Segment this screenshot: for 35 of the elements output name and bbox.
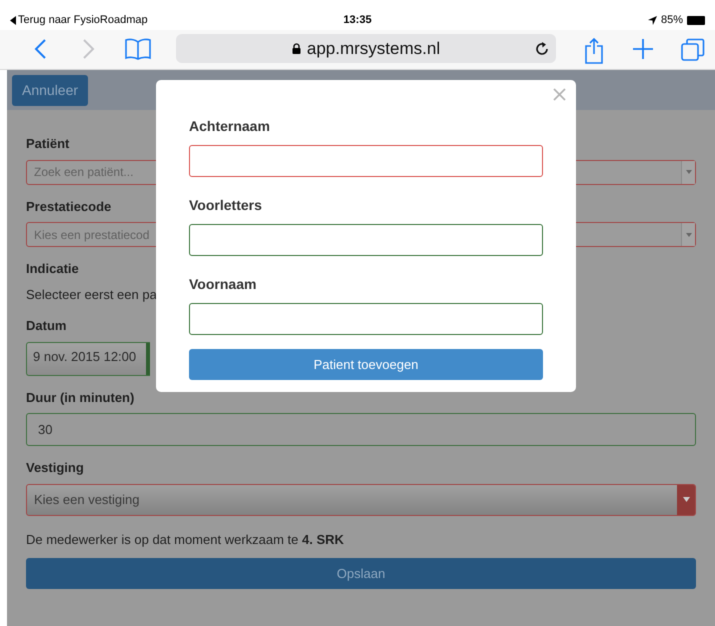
location-icon [648, 16, 657, 24]
caret-icon [677, 484, 695, 514]
field-label: Voorletters [189, 196, 262, 215]
select-field[interactable]: Kies een vestiging [26, 484, 696, 516]
text-field[interactable] [189, 303, 543, 335]
battery-percentage: 85% [660, 12, 683, 28]
tabs-icon[interactable] [681, 38, 705, 62]
text-field[interactable] [189, 224, 543, 256]
number-field[interactable]: 30 [26, 413, 696, 446]
lock-icon [292, 43, 301, 54]
share-icon[interactable] [584, 38, 604, 64]
info-text: De medewerker is op dat moment werkzaam te 4. SRK [26, 530, 345, 549]
field-label: Prestatiecode [26, 198, 112, 216]
clock: 13:35 [342, 12, 373, 28]
address-bar[interactable]: app.mrsystems.nl [176, 34, 556, 63]
field-label: Achternaam [189, 117, 270, 136]
cancel-button[interactable]: Annuleer [12, 74, 88, 106]
field-label: Voornaam [189, 275, 256, 294]
book-icon[interactable] [124, 38, 152, 60]
field-label: Indicatie [26, 260, 79, 278]
save-button[interactable]: Opslaan [26, 558, 696, 589]
close-icon[interactable] [553, 88, 566, 101]
field-label: Datum [26, 317, 66, 335]
text-field[interactable] [189, 145, 543, 177]
field-label: Patiënt [26, 135, 70, 153]
battery-icon [687, 16, 705, 24]
field-label: Duur (in minuten) [26, 388, 134, 407]
indication-text: Selecteer eerst een pa [26, 286, 157, 304]
date-field[interactable]: 9 nov. 2015 12:00 [26, 342, 150, 376]
field-label: Vestiging [26, 459, 84, 477]
back-link[interactable]: Terug naar FysioRoadmap [10, 12, 260, 28]
back-triangle-icon [10, 16, 16, 24]
back-icon[interactable] [33, 38, 47, 60]
add-patient-button[interactable]: Patient toevoegen [189, 349, 543, 380]
plus-icon[interactable] [632, 38, 654, 60]
